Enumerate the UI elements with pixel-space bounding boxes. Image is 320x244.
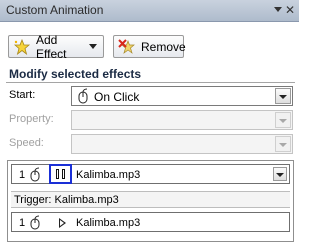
play-icon: [59, 218, 66, 228]
item-label: Kalimba.mp3: [76, 217, 141, 229]
close-icon[interactable]: ✕: [285, 3, 295, 17]
chevron-down-icon: [279, 95, 287, 99]
item-number: 1: [19, 217, 26, 229]
speed-select[interactable]: [71, 134, 293, 154]
mouse-click-icon: [29, 215, 41, 230]
property-select[interactable]: [71, 110, 293, 130]
trigger-label: Trigger: Kalimba.mp3: [14, 194, 119, 206]
start-dropdown-button[interactable]: [275, 88, 291, 104]
speed-label: Speed:: [9, 137, 44, 149]
list-item[interactable]: 1 Kalimba.mp3: [11, 164, 290, 184]
speed-dropdown-button[interactable]: [275, 136, 291, 152]
chevron-down-icon: [276, 173, 284, 177]
task-pane-menu-chevron-down-icon[interactable]: [274, 7, 282, 12]
task-pane-titlebar: Custom Animation ✕: [0, 0, 299, 22]
remove-label: Remove: [141, 39, 186, 54]
property-label: Property:: [9, 113, 54, 125]
task-pane-title: Custom Animation: [6, 3, 104, 17]
chevron-down-icon: [279, 143, 287, 147]
item-number: 1: [19, 169, 26, 181]
star-icon: [13, 38, 31, 55]
trigger-header[interactable]: Trigger: Kalimba.mp3: [11, 191, 290, 208]
mouse-click-icon: [76, 88, 90, 104]
chevron-down-icon: [89, 44, 97, 49]
mouse-click-icon: [29, 167, 41, 182]
start-select[interactable]: On Click: [71, 86, 293, 106]
list-item[interactable]: 1 Kalimba.mp3: [11, 212, 290, 232]
start-label: Start:: [9, 89, 36, 101]
remove-button[interactable]: Remove: [113, 35, 186, 58]
remove-star-icon: [118, 38, 136, 55]
chevron-down-icon: [279, 119, 287, 123]
item-label: Kalimba.mp3: [76, 169, 141, 181]
add-effect-label: Add Effect: [36, 32, 67, 61]
toolbar: Add Effect Remove: [0, 22, 299, 66]
pause-icon: [49, 164, 72, 184]
animation-list[interactable]: 1 Kalimba.mp3 Trigger: Kalimba.mp3 1 Kal…: [7, 160, 294, 242]
property-dropdown-button[interactable]: [275, 112, 291, 128]
section-divider: [6, 82, 295, 83]
add-effect-button[interactable]: Add Effect: [8, 32, 104, 61]
modify-heading: Modify selected effects: [9, 67, 142, 81]
start-value: On Click: [94, 90, 140, 104]
item-dropdown-button[interactable]: [273, 167, 287, 181]
